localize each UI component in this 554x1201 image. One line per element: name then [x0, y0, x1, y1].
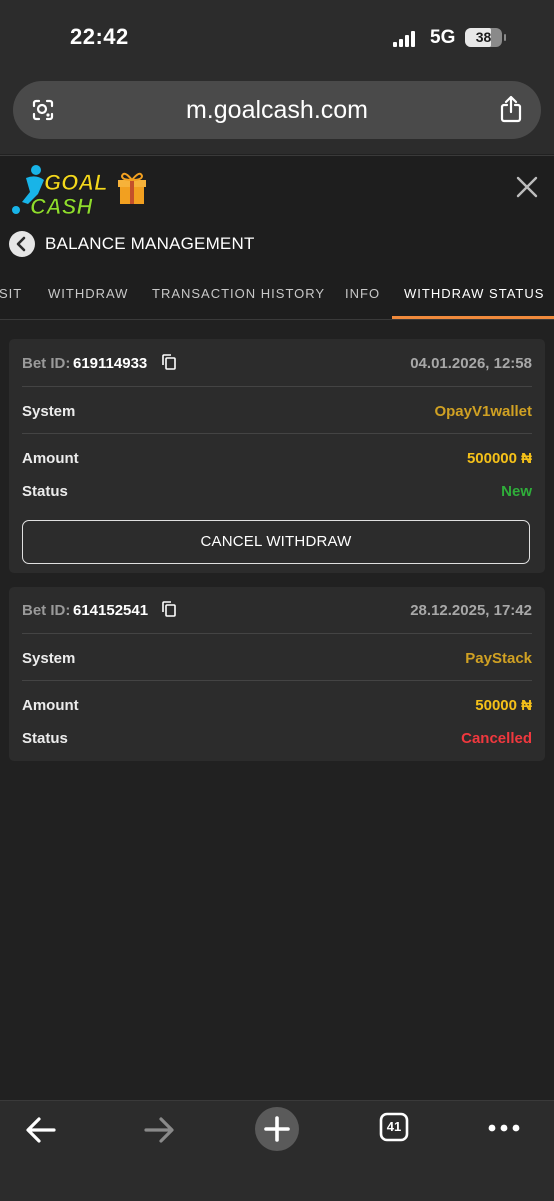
bet-id-value: 619114933 — [73, 355, 148, 372]
plus-icon[interactable] — [254, 1106, 300, 1152]
bet-id-value: 614152541 — [73, 602, 149, 619]
tab-transaction-history[interactable]: TRANSACTION HISTORY — [152, 286, 325, 301]
network-type: 5G — [430, 27, 456, 48]
divider — [22, 680, 532, 681]
copy-icon[interactable] — [162, 354, 176, 370]
status-value: Cancelled — [461, 730, 532, 747]
amount-value: 50000 ₦ — [475, 697, 532, 714]
browser-bottom-bar: 41 — [0, 1100, 554, 1201]
status-label: Status — [22, 483, 68, 500]
logo-text-goal: GOAL — [44, 170, 108, 195]
divider — [22, 386, 532, 387]
bet-id-label: Bet ID: — [22, 602, 71, 619]
system-label: System — [22, 650, 76, 667]
clock: 22:42 — [70, 24, 129, 49]
withdraw-datetime: 04.01.2026, 12:58 — [410, 355, 532, 372]
amount-label: Amount — [22, 450, 79, 467]
amount-label: Amount — [22, 697, 79, 714]
tab-withdraw[interactable]: WITHDRAW — [48, 286, 128, 301]
battery-icon: 38 — [465, 28, 506, 47]
page-header: BALANCE MANAGEMENT — [0, 219, 554, 269]
tab-info[interactable]: INFO — [345, 286, 380, 301]
system-label: System — [22, 403, 76, 420]
system-value: OpayV1wallet — [434, 403, 532, 420]
arrow-left-icon[interactable] — [24, 1113, 58, 1147]
copy-icon[interactable] — [162, 601, 176, 617]
withdraw-card: Bet ID: 619114933 04.01.2026, 12:58 Syst… — [9, 339, 545, 573]
withdraw-card: Bet ID: 614152541 28.12.2025, 17:42 Syst… — [9, 587, 545, 761]
bet-id-label: Bet ID: — [22, 355, 71, 372]
signal-icon — [393, 29, 421, 47]
battery-level: 38 — [475, 29, 492, 45]
more-icon[interactable] — [487, 1121, 521, 1135]
site-header: GOAL CASH — [0, 155, 554, 220]
withdraw-datetime: 28.12.2025, 17:42 — [410, 602, 532, 619]
amount-value: 500000 ₦ — [466, 450, 532, 467]
gift-icon — [118, 172, 146, 204]
page-title: BALANCE MANAGEMENT — [45, 234, 255, 253]
tab-withdraw-status[interactable]: WITHDRAW STATUS — [404, 286, 544, 301]
address-bar[interactable]: m.goalcash.com — [13, 81, 541, 139]
active-tab-indicator — [392, 316, 554, 319]
divider — [22, 433, 532, 434]
tab-deposit[interactable]: SIT — [0, 286, 22, 301]
tabs-button[interactable]: 41 — [379, 1112, 409, 1142]
divider — [22, 633, 532, 634]
status-value: New — [501, 483, 532, 500]
tab-count: 41 — [386, 1119, 402, 1134]
share-icon[interactable] — [499, 95, 523, 123]
url-text[interactable]: m.goalcash.com — [13, 96, 541, 125]
system-value: PayStack — [465, 650, 532, 667]
browser-toolbar: m.goalcash.com — [0, 70, 554, 154]
arrow-right-icon[interactable] — [142, 1113, 176, 1147]
close-icon[interactable] — [516, 176, 538, 198]
cancel-withdraw-button[interactable]: CANCEL WITHDRAW — [22, 520, 530, 564]
back-button[interactable] — [9, 231, 35, 257]
logo-text-cash: CASH — [30, 194, 93, 218]
status-label: Status — [22, 730, 68, 747]
tab-bar: SIT WITHDRAW TRANSACTION HISTORY INFO WI… — [0, 269, 554, 320]
back-icon — [16, 236, 26, 252]
goalcash-logo[interactable]: GOAL CASH — [8, 160, 148, 218]
status-bar: 22:42 5G 38 — [0, 0, 554, 70]
